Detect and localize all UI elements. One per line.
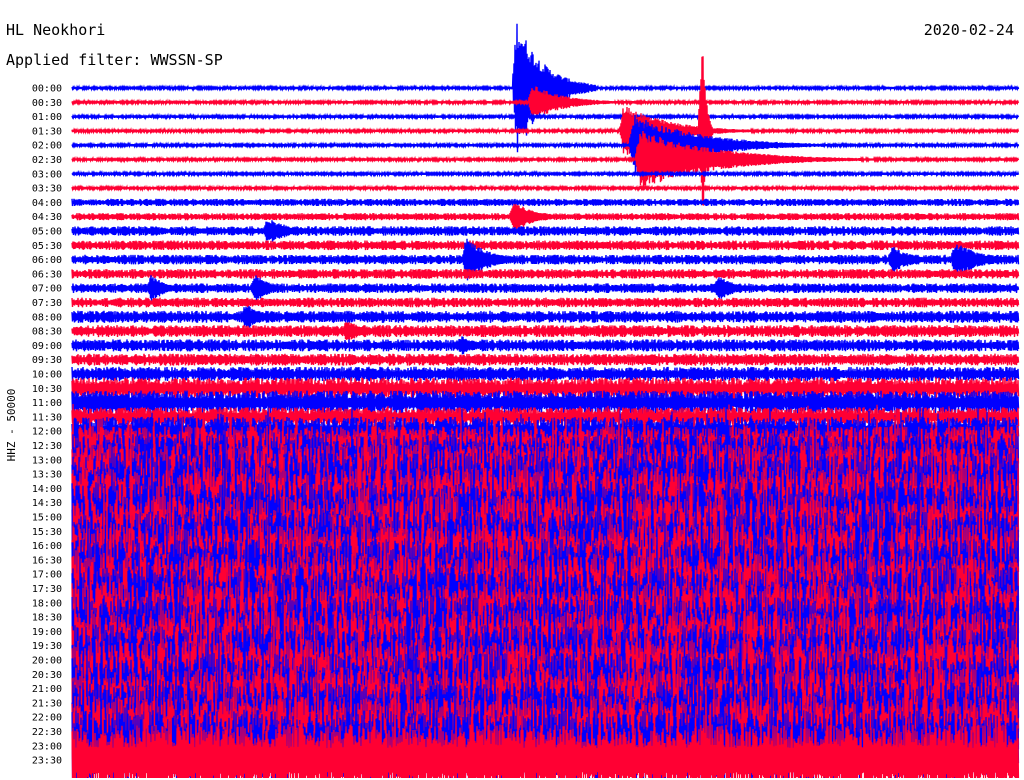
row-label: 09:00 <box>32 341 62 352</box>
row-label: 08:30 <box>32 327 62 338</box>
trace-line <box>71 322 1020 340</box>
row-label: 10:00 <box>32 370 62 381</box>
trace-rows <box>71 23 1020 779</box>
row-label: 18:30 <box>32 613 62 624</box>
row-label: 06:30 <box>32 269 62 280</box>
row-label: 13:00 <box>32 455 62 466</box>
trace-line <box>71 198 1020 207</box>
row-label: 23:00 <box>32 741 62 752</box>
row-label: 17:30 <box>32 584 62 595</box>
row-label: 19:00 <box>32 627 62 638</box>
station-name: HL Neokhori <box>6 21 106 39</box>
trace-line <box>71 240 1020 251</box>
row-label: 03:30 <box>32 184 62 195</box>
row-label: 01:30 <box>32 126 62 137</box>
row-label: 22:30 <box>32 727 62 738</box>
row-label: 07:30 <box>32 298 62 309</box>
row-label: 01:00 <box>32 112 62 123</box>
seismogram-plot: 00:00 00:30 01:00 01:30 02:00 02:30 03:00 03:30… <box>5 23 1020 779</box>
row-label: 07:00 <box>32 284 62 295</box>
row-label: 14:00 <box>32 484 62 495</box>
row-label: 18:00 <box>32 598 62 609</box>
row-label: 21:00 <box>32 684 62 695</box>
row-label: 12:30 <box>32 441 62 452</box>
row-label: 14:30 <box>32 498 62 509</box>
row-label: 17:00 <box>32 570 62 581</box>
trace-line <box>71 269 1020 279</box>
row-label: 15:30 <box>32 527 62 538</box>
row-label: 11:00 <box>32 398 62 409</box>
trace-line <box>71 297 1020 308</box>
trace-line <box>71 353 1020 366</box>
row-label: 22:00 <box>32 713 62 724</box>
trace-line <box>71 305 1020 328</box>
trace-line <box>71 275 1020 302</box>
time-axis-labels: 00:00 00:30 01:00 01:30 02:00 02:30 03:00 03:30… <box>32 84 62 767</box>
row-label: 04:30 <box>32 212 62 223</box>
trace-line <box>71 114 1020 176</box>
row-label: 03:00 <box>32 169 62 180</box>
row-label: 19:30 <box>32 641 62 652</box>
row-label: 06:00 <box>32 255 62 266</box>
row-label: 08:00 <box>32 312 62 323</box>
trace-line <box>71 336 1020 355</box>
row-label: 00:00 <box>32 84 62 95</box>
trace-line <box>71 204 1020 230</box>
trace-line <box>71 169 1020 178</box>
trace-line <box>71 366 1020 382</box>
filter-label: Applied filter: WWSSN-SP <box>6 51 223 69</box>
row-label: 04:00 <box>32 198 62 209</box>
row-label: 20:30 <box>32 670 62 681</box>
trace-line <box>71 130 1020 189</box>
row-label: 02:30 <box>32 155 62 166</box>
row-label: 15:00 <box>32 513 62 524</box>
trace-line <box>71 220 1020 242</box>
row-label: 05:30 <box>32 241 62 252</box>
record-date: 2020-02-24 <box>923 21 1014 39</box>
trace-line <box>71 184 1020 193</box>
row-label: 21:30 <box>32 698 62 709</box>
row-label: 12:00 <box>32 427 62 438</box>
trace-line <box>71 112 1020 121</box>
channel-label: HHZ - 50000 <box>5 389 18 462</box>
row-label: 20:00 <box>32 656 62 667</box>
row-label: 02:00 <box>32 141 62 152</box>
row-label: 11:30 <box>32 412 62 423</box>
row-label: 09:30 <box>32 355 62 366</box>
row-label: 05:00 <box>32 227 62 238</box>
row-label: 16:30 <box>32 555 62 566</box>
row-label: 23:30 <box>32 756 62 767</box>
row-label: 00:30 <box>32 98 62 109</box>
row-label: 16:00 <box>32 541 62 552</box>
row-label: 10:30 <box>32 384 62 395</box>
row-label: 13:30 <box>32 470 62 481</box>
